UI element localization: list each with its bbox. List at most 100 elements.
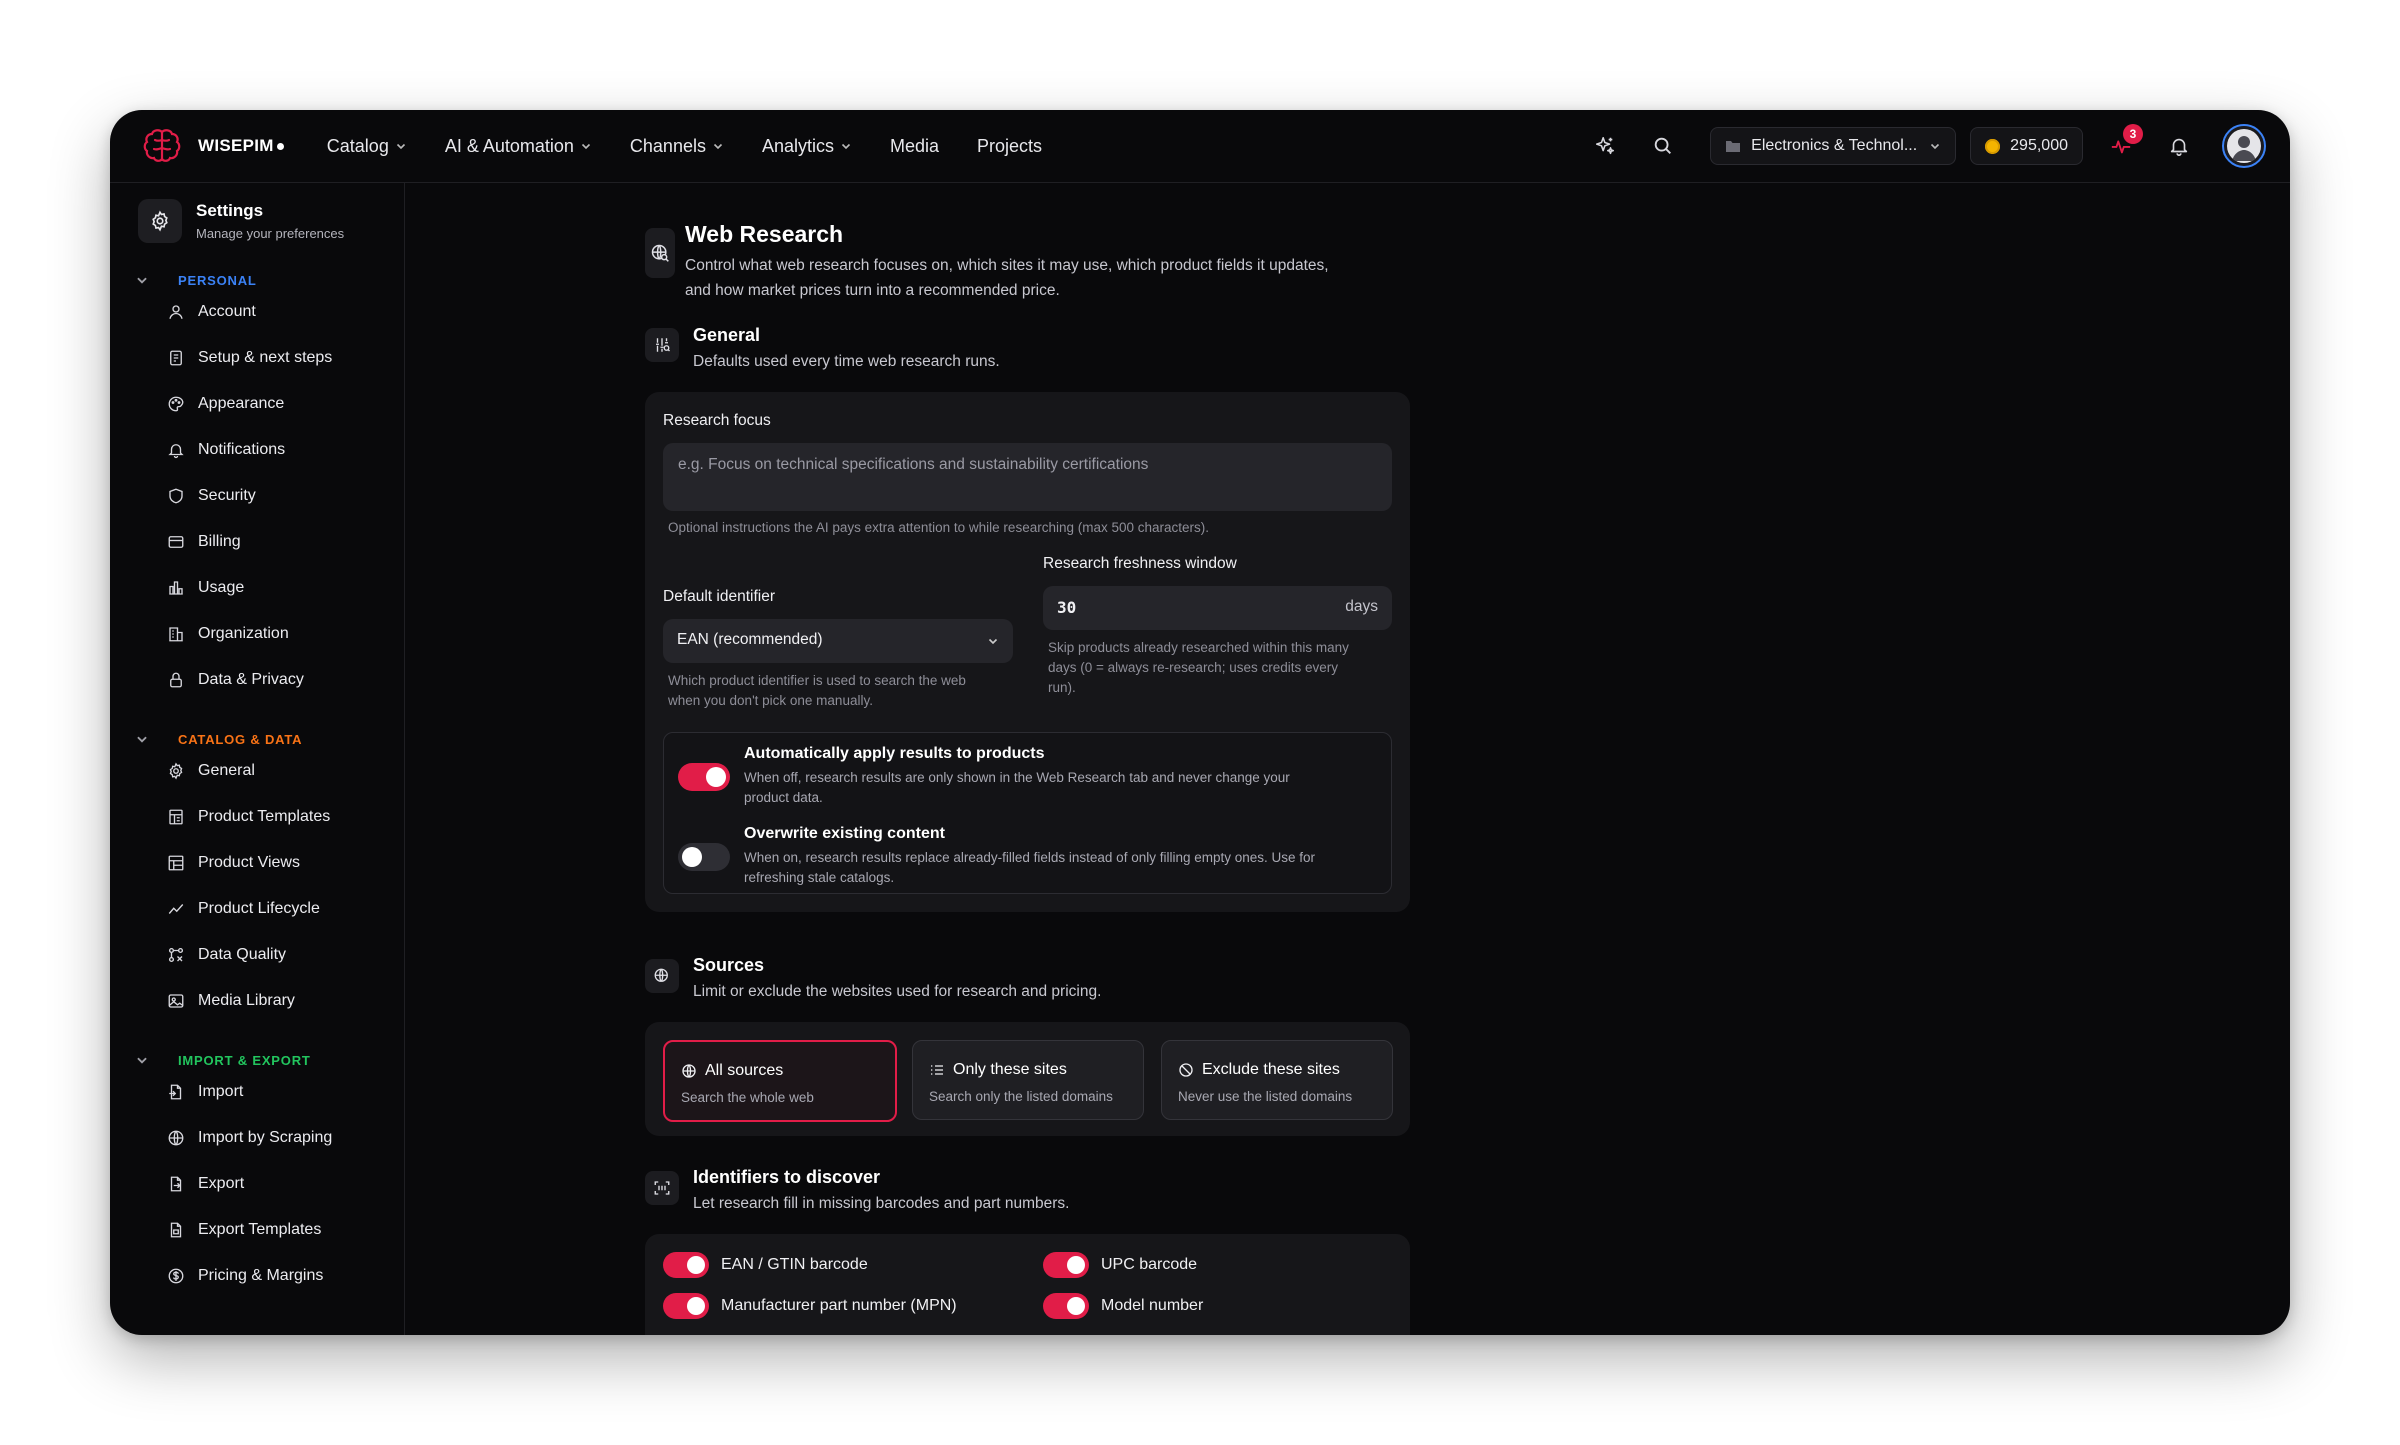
sidebar-item-export[interactable]: Export xyxy=(166,1170,244,1198)
nav-right-tools: Electronics & Technol... 295,000 3 xyxy=(1576,110,2266,182)
identifiers-card: EAN / GTIN barcode UPC barcode Manufactu… xyxy=(645,1234,1410,1335)
search-icon xyxy=(1654,137,1672,154)
identifier-ean: EAN / GTIN barcode xyxy=(663,1252,868,1278)
identifier-mpn: Manufacturer part number (MPN) xyxy=(663,1293,957,1319)
template-icon xyxy=(166,807,186,827)
identifier-upc: UPC barcode xyxy=(1043,1252,1197,1278)
top-navigation: WISEPIM Catalog AI & Automation Channels… xyxy=(110,110,2290,183)
image-icon xyxy=(166,991,186,1011)
globe-icon xyxy=(682,1064,696,1078)
organization-name: Electronics & Technol... xyxy=(1751,137,1918,154)
sidebar-item-import[interactable]: Import xyxy=(166,1078,243,1106)
activity-button[interactable]: 3 xyxy=(2101,124,2143,166)
main-content: Web Research Control what web research f… xyxy=(405,183,2290,1335)
coin-icon xyxy=(1985,138,2001,154)
nav-analytics[interactable]: Analytics xyxy=(743,126,871,166)
source-option-only[interactable]: Only these sites Search only the listed … xyxy=(912,1040,1144,1120)
user-avatar-icon xyxy=(2227,129,2261,163)
section-import-export[interactable]: IMPORT & EXPORT xyxy=(134,1052,311,1068)
sidebar-item-export-templates[interactable]: Export Templates xyxy=(166,1216,321,1244)
source-option-all[interactable]: All sources Search the whole web xyxy=(663,1040,897,1122)
user-avatar[interactable] xyxy=(2222,124,2266,168)
ban-icon xyxy=(1179,1063,1193,1077)
sparkle-icon xyxy=(1596,136,1615,155)
freshness-unit: days xyxy=(1345,598,1378,615)
bar-chart-icon xyxy=(166,578,186,598)
ai-sparkle-button[interactable] xyxy=(1585,126,1625,166)
sidebar-item-account[interactable]: Account xyxy=(166,298,256,326)
logo[interactable]: WISEPIM xyxy=(140,124,284,168)
freshness-input[interactable]: 30 days xyxy=(1043,586,1392,630)
freshness-label: Research freshness window xyxy=(1043,555,1237,572)
section-personal[interactable]: PERSONAL xyxy=(134,272,257,288)
clipboard-icon xyxy=(166,348,186,368)
notifications-button[interactable] xyxy=(2159,126,2199,166)
globe-search-icon xyxy=(645,959,679,993)
sliders-icon xyxy=(645,328,679,362)
nav-channels[interactable]: Channels xyxy=(611,126,743,166)
chevron-down-icon xyxy=(134,272,150,288)
ean-toggle[interactable] xyxy=(663,1252,709,1278)
page-title: Web Research xyxy=(685,221,844,247)
building-icon xyxy=(166,624,186,644)
lock-icon xyxy=(166,670,186,690)
default-identifier-select[interactable]: EAN (recommended) xyxy=(663,619,1013,663)
research-focus-hint: Optional instructions the AI pays extra … xyxy=(668,520,1210,535)
upc-toggle[interactable] xyxy=(1043,1252,1089,1278)
chevron-down-icon xyxy=(841,143,851,150)
sidebar-item-notifications[interactable]: Notifications xyxy=(166,436,285,464)
mpn-toggle[interactable] xyxy=(663,1293,709,1319)
sidebar-item-product-views[interactable]: Product Views xyxy=(166,849,300,877)
shield-icon xyxy=(166,486,186,506)
sidebar-item-product-lifecycle[interactable]: Product Lifecycle xyxy=(166,895,320,923)
sidebar-item-general[interactable]: General xyxy=(166,757,255,785)
section-catalog-data[interactable]: CATALOG & DATA xyxy=(134,731,302,747)
sidebar-item-pricing-margins[interactable]: Pricing & Margins xyxy=(166,1262,323,1290)
sidebar-item-media-library[interactable]: Media Library xyxy=(166,987,295,1015)
sidebar-item-data-quality[interactable]: Data Quality xyxy=(166,941,286,969)
web-research-icon xyxy=(645,228,675,278)
nav-catalog[interactable]: Catalog xyxy=(308,126,426,166)
nav-media[interactable]: Media xyxy=(871,126,958,166)
credits-balance[interactable]: 295,000 xyxy=(1970,127,2083,165)
chevron-down-icon xyxy=(396,143,405,150)
settings-header: Settings Manage your preferences xyxy=(138,199,344,243)
nav-projects[interactable]: Projects xyxy=(958,126,1061,166)
main-nav: Catalog AI & Automation Channels Analyti… xyxy=(308,126,1061,166)
research-focus-input[interactable]: e.g. Focus on technical specifications a… xyxy=(663,443,1392,511)
model-number-toggle[interactable] xyxy=(1043,1293,1089,1319)
sources-card: All sources Search the whole web Only th… xyxy=(645,1022,1410,1136)
general-title: General xyxy=(693,325,761,345)
sidebar-item-product-templates[interactable]: Product Templates xyxy=(166,803,330,831)
overwrite-toggle[interactable] xyxy=(678,843,730,871)
research-focus-placeholder: e.g. Focus on technical specifications a… xyxy=(678,456,1149,473)
organization-selector[interactable]: Electronics & Technol... xyxy=(1710,127,1957,165)
source-option-exclude[interactable]: Exclude these sites Never use the listed… xyxy=(1161,1040,1393,1120)
sidebar-item-appearance[interactable]: Appearance xyxy=(166,390,284,418)
auto-apply-description: When off, research results are only show… xyxy=(744,770,1290,805)
brain-logo-icon xyxy=(140,124,184,168)
user-icon xyxy=(166,302,186,322)
sidebar-item-usage[interactable]: Usage xyxy=(166,574,244,602)
dollar-icon xyxy=(166,1266,186,1286)
sidebar-item-data-privacy[interactable]: Data & Privacy xyxy=(166,666,304,694)
folder-icon xyxy=(1726,141,1741,152)
chevron-down-icon xyxy=(581,143,590,150)
sidebar-item-setup[interactable]: Setup & next steps xyxy=(166,344,332,372)
sidebar-item-organization[interactable]: Organization xyxy=(166,620,289,648)
file-template-icon xyxy=(166,1220,186,1240)
general-card: Research focus e.g. Focus on technical s… xyxy=(645,392,1410,912)
nav-ai-automation[interactable]: AI & Automation xyxy=(426,126,611,166)
auto-apply-title: Automatically apply results to products xyxy=(744,745,1045,762)
general-subtitle: Defaults used every time web research ru… xyxy=(693,353,1000,370)
sidebar-item-security[interactable]: Security xyxy=(166,482,256,510)
sidebar-item-import-scraping[interactable]: Import by Scraping xyxy=(166,1124,332,1152)
sidebar-item-billing[interactable]: Billing xyxy=(166,528,241,556)
freshness-hint: Skip products already researched within … xyxy=(1048,640,1349,695)
auto-apply-toggle[interactable] xyxy=(678,763,730,791)
overwrite-description: When on, research results replace alread… xyxy=(744,850,1316,885)
palette-icon xyxy=(166,394,186,414)
page-description: Control what web research focuses on, wh… xyxy=(685,257,1329,299)
search-button[interactable] xyxy=(1643,126,1683,166)
identifiers-subtitle: Let research fill in missing barcodes an… xyxy=(693,1195,1070,1212)
